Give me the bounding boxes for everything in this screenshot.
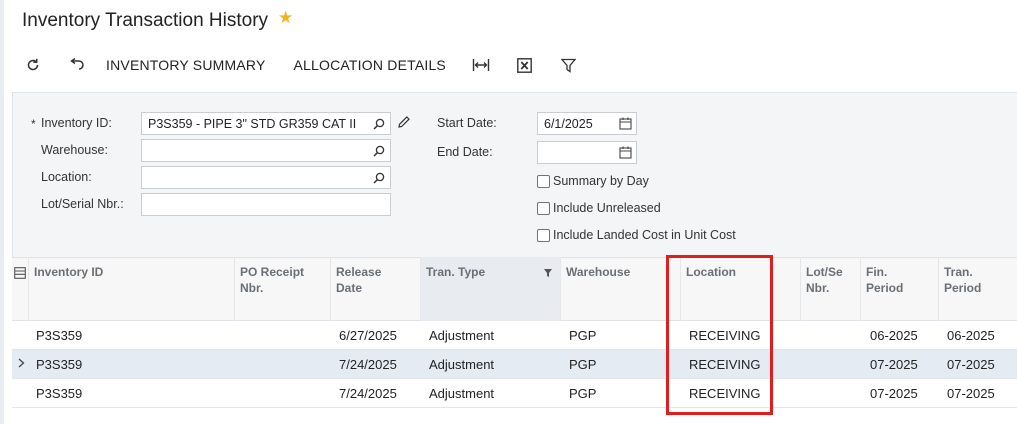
filter-panel: * Inventory ID: P3S359 - PIPE 3" STD GR3…: [12, 92, 1017, 257]
checkbox-box[interactable]: [537, 228, 550, 242]
search-icon[interactable]: [368, 167, 390, 188]
inventory-summary-button[interactable]: INVENTORY SUMMARY: [106, 57, 266, 73]
cell-tran-period: 07-2025: [947, 386, 995, 401]
col-label: Tran.: [944, 265, 973, 279]
col-label: Date: [336, 281, 363, 295]
location-column-highlight: [666, 255, 773, 415]
chevron-right-icon: [15, 356, 27, 370]
excel-export-icon[interactable]: [512, 52, 538, 78]
col-label: Release: [336, 265, 382, 279]
col-tran-type[interactable]: Tran. Type: [420, 257, 560, 321]
allocation-details-button[interactable]: ALLOCATION DETAILS: [294, 57, 446, 73]
cell-warehouse: PGP: [569, 386, 597, 401]
cell-warehouse: PGP: [569, 357, 597, 372]
cell-tran-period: 06-2025: [947, 328, 995, 343]
location-label: Location:: [41, 170, 92, 184]
summary-by-day-checkbox[interactable]: Summary by Day: [537, 174, 649, 188]
end-date-field[interactable]: [537, 141, 637, 164]
col-lot-serial[interactable]: Lot/Se Nbr.: [800, 257, 860, 321]
cell-fin-period: 07-2025: [870, 357, 918, 372]
cell-release-date: 7/24/2025: [339, 357, 397, 372]
checkbox-box[interactable]: [537, 201, 550, 215]
fit-to-screen-icon[interactable]: [468, 52, 494, 78]
column-settings-icon[interactable]: [14, 266, 26, 284]
start-date-field[interactable]: 6/1/2025: [537, 112, 637, 135]
search-icon[interactable]: [368, 140, 390, 161]
title-row: Inventory Transaction History ★: [22, 9, 293, 33]
start-date-label: Start Date:: [437, 116, 497, 130]
col-label: PO Receipt: [240, 265, 305, 279]
cell-inventory-id: P3S359: [36, 328, 83, 343]
col-tran-period[interactable]: Tran. Period: [938, 257, 1017, 321]
col-fin-period[interactable]: Fin. Period: [860, 257, 938, 321]
table-row[interactable]: P3S359 7/24/2025 Adjustment PGP RECEIVIN…: [12, 379, 1017, 408]
lot-serial-label: Lot/Serial Nbr.:: [41, 197, 124, 211]
column-config-cell: [12, 257, 28, 321]
calendar-icon[interactable]: [614, 113, 636, 134]
refresh-icon[interactable]: [20, 52, 46, 78]
left-edge: [0, 0, 4, 424]
inventory-id-value: P3S359 - PIPE 3" STD GR359 CAT II: [148, 116, 357, 131]
col-label: Fin.: [866, 265, 888, 279]
calendar-icon[interactable]: [614, 142, 636, 163]
col-label: Period: [866, 281, 904, 295]
col-release-date[interactable]: Release Date: [330, 257, 420, 321]
include-landed-cost-label: Include Landed Cost in Unit Cost: [553, 228, 736, 242]
lot-serial-field[interactable]: [141, 193, 391, 216]
cell-warehouse: PGP: [569, 328, 597, 343]
col-po-receipt[interactable]: PO Receipt Nbr.: [234, 257, 330, 321]
cell-release-date: 6/27/2025: [339, 328, 397, 343]
inventory-id-label: Inventory ID:: [41, 116, 112, 130]
col-label: Period: [944, 281, 982, 295]
cell-fin-period: 07-2025: [870, 386, 918, 401]
cell-tran-type: Adjustment: [429, 328, 495, 343]
cell-tran-type: Adjustment: [429, 386, 495, 401]
summary-by-day-label: Summary by Day: [553, 174, 649, 188]
cell-release-date: 7/24/2025: [339, 386, 397, 401]
col-warehouse[interactable]: Warehouse: [560, 257, 680, 321]
cell-tran-type: Adjustment: [429, 357, 495, 372]
include-unreleased-checkbox[interactable]: Include Unreleased: [537, 201, 661, 215]
table-row[interactable]: P3S359 7/24/2025 Adjustment PGP RECEIVIN…: [12, 350, 1017, 379]
table-row[interactable]: P3S359 6/27/2025 Adjustment PGP RECEIVIN…: [12, 321, 1017, 350]
search-icon[interactable]: [368, 113, 390, 134]
col-label: Nbr.: [806, 281, 830, 295]
col-label: Inventory ID: [34, 265, 104, 279]
edit-icon[interactable]: [397, 115, 411, 134]
cell-tran-period: 07-2025: [947, 357, 995, 372]
end-date-label: End Date:: [437, 145, 493, 159]
col-label: Warehouse: [566, 265, 631, 279]
cell-fin-period: 06-2025: [870, 328, 918, 343]
column-filter-icon[interactable]: [544, 265, 552, 281]
col-inventory-id[interactable]: Inventory ID: [28, 257, 234, 321]
col-label: Tran. Type: [426, 265, 486, 279]
location-field[interactable]: [141, 166, 391, 189]
toolbar: INVENTORY SUMMARY ALLOCATION DETAILS: [20, 52, 582, 78]
required-marker: *: [31, 117, 36, 131]
cell-inventory-id: P3S359: [36, 357, 83, 372]
checkbox-box[interactable]: [537, 174, 550, 188]
inventory-id-field[interactable]: P3S359 - PIPE 3" STD GR359 CAT II: [141, 112, 391, 135]
include-landed-cost-checkbox[interactable]: Include Landed Cost in Unit Cost: [537, 228, 736, 242]
cell-inventory-id: P3S359: [36, 386, 83, 401]
col-label: Lot/Se: [806, 265, 843, 279]
undo-icon[interactable]: [64, 52, 90, 78]
start-date-value: 6/1/2025: [544, 116, 593, 131]
transactions-grid: Inventory ID PO Receipt Nbr. Release Date …: [12, 257, 1017, 409]
filter-icon[interactable]: [556, 52, 582, 78]
include-unreleased-label: Include Unreleased: [553, 201, 661, 215]
warehouse-field[interactable]: [141, 139, 391, 162]
page-title: Inventory Transaction History: [22, 10, 269, 31]
warehouse-label: Warehouse:: [41, 143, 108, 157]
star-icon[interactable]: ★: [278, 9, 293, 26]
col-label: Nbr.: [240, 281, 264, 295]
